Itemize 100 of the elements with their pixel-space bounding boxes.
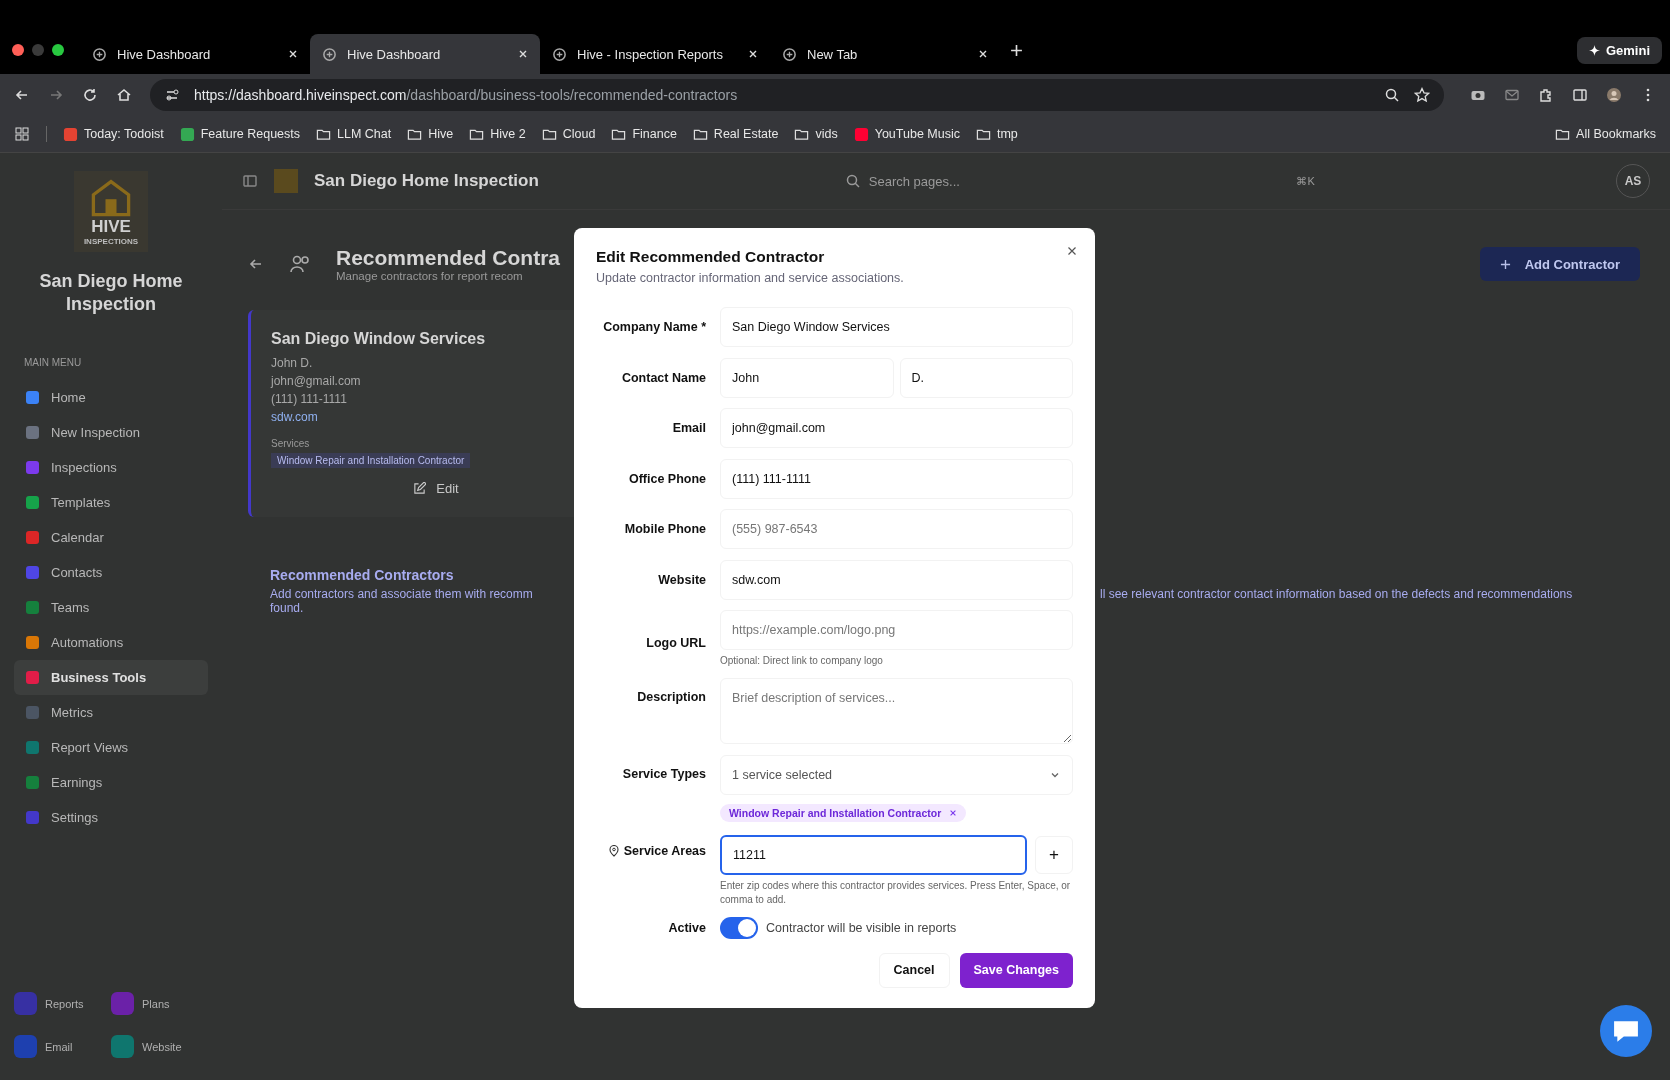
- shortcut-link[interactable]: Reports: [14, 992, 111, 1015]
- contractor-email: john@gmail.com: [271, 374, 361, 388]
- dialog-title: Edit Recommended Contractor: [596, 248, 826, 266]
- sidebar-item[interactable]: Contacts: [14, 554, 208, 590]
- info-text: ll see relevant contractor contact information based on the defects and recommendations: [1100, 587, 1573, 603]
- bookmark[interactable]: vids: [794, 126, 838, 142]
- bookmark[interactable]: Today: Todoist: [63, 126, 164, 142]
- active-toggle[interactable]: [720, 916, 758, 939]
- close-window-icon[interactable]: [12, 44, 24, 56]
- browser-tab[interactable]: Hive Dashboard: [80, 34, 310, 74]
- shortcut-link[interactable]: Website: [111, 1035, 208, 1058]
- remove-tag-icon[interactable]: [949, 808, 958, 817]
- address-bar[interactable]: https://dashboard.hiveinspect.com/dashboard/business-tools/recommended-contractors: [150, 79, 1444, 111]
- site-favicon-icon: [853, 126, 869, 142]
- field-hint: Optional: Direct link to company logo: [720, 654, 884, 668]
- close-tab-icon[interactable]: [978, 49, 988, 59]
- sidebar-toggle-icon[interactable]: [242, 173, 258, 189]
- browser-tab[interactable]: Hive Dashboard: [310, 34, 540, 74]
- email-field[interactable]: john@gmail.com: [720, 408, 1073, 448]
- field-label: Company Name *: [602, 320, 706, 334]
- info-text: found.: [270, 601, 304, 615]
- new-tab-icon[interactable]: [1010, 43, 1023, 57]
- shortcut-hint: ⌘K: [1296, 174, 1315, 188]
- sidebar-item[interactable]: New Inspection: [14, 414, 208, 450]
- shortcut-link[interactable]: Email: [14, 1035, 111, 1058]
- tab-favicon-icon: [552, 46, 567, 62]
- sidebar-item[interactable]: Automations: [14, 624, 208, 660]
- sidebar-item[interactable]: Home: [14, 379, 208, 415]
- reload-icon[interactable]: [82, 87, 98, 103]
- last-name-field[interactable]: D.: [899, 357, 1073, 398]
- site-settings-icon[interactable]: [164, 87, 180, 103]
- side-panel-icon[interactable]: [1572, 87, 1588, 103]
- star-icon[interactable]: [1414, 87, 1430, 103]
- bookmark[interactable]: YouTube Music: [853, 126, 960, 142]
- bookmark[interactable]: Cloud: [541, 126, 596, 142]
- sidebar-item[interactable]: Business Tools: [14, 659, 208, 695]
- shortcut-link[interactable]: Plans: [111, 992, 208, 1015]
- bookmark[interactable]: Finance: [611, 126, 677, 142]
- sidebar-item[interactable]: Teams: [14, 589, 208, 625]
- toggle-description: Contractor will be visible in reports: [766, 920, 957, 935]
- page-title: San Diego Home Inspection: [314, 171, 539, 191]
- field-label: Mobile Phone: [623, 522, 706, 536]
- sidebar-item[interactable]: Templates: [14, 484, 208, 520]
- sidebar-item[interactable]: Inspections: [14, 449, 208, 485]
- bookmark[interactable]: Hive 2: [469, 126, 526, 142]
- company-name: San Diego Home Inspection: [38, 270, 184, 317]
- logo-url-field[interactable]: https://example.com/logo.png: [720, 610, 1073, 650]
- service-types-dropdown[interactable]: 1 service selected: [720, 754, 1073, 795]
- bookmark[interactable]: tmp: [975, 126, 1018, 142]
- home-icon[interactable]: [116, 87, 132, 103]
- menu-label: MAIN MENU: [23, 356, 83, 368]
- save-changes-button[interactable]: Save Changes: [959, 952, 1073, 988]
- search-field[interactable]: Search pages... ⌘K: [844, 173, 1315, 189]
- cancel-button[interactable]: Cancel: [878, 952, 950, 988]
- sidebar-item[interactable]: Earnings: [14, 764, 208, 800]
- close-tab-icon[interactable]: [748, 49, 758, 59]
- bookmark[interactable]: Hive: [407, 126, 454, 142]
- close-icon[interactable]: [1067, 246, 1077, 256]
- close-tab-icon[interactable]: [288, 49, 298, 59]
- field-label: Service Types: [621, 766, 706, 781]
- bookmark[interactable]: LLM Chat: [316, 126, 392, 142]
- tab-favicon-icon: [322, 46, 337, 62]
- profile-avatar-icon[interactable]: [1606, 87, 1622, 103]
- apps-grid-icon[interactable]: [14, 126, 30, 142]
- url-text: https://dashboard.hiveinspect.com/dashboard/business-tools/recommended-contractors: [194, 87, 738, 103]
- first-name-field[interactable]: John: [720, 357, 894, 398]
- bookmark[interactable]: Real Estate: [692, 126, 779, 142]
- zip-code-field[interactable]: 11211: [720, 835, 1027, 875]
- bookmark[interactable]: Feature Requests: [179, 126, 301, 142]
- website-field[interactable]: sdw.com: [720, 559, 1073, 600]
- service-tag: Window Repair and Installation Contractor: [271, 453, 471, 468]
- sidebar-item[interactable]: Report Views: [14, 729, 208, 765]
- company-name-field[interactable]: San Diego Window Services: [720, 307, 1073, 347]
- gemini-button[interactable]: Gemini: [1576, 36, 1662, 64]
- url-link[interactable]: sdw.com: [271, 410, 318, 424]
- sidebar-item[interactable]: Calendar: [14, 519, 208, 555]
- all-bookmarks-button[interactable]: All Bookmarks: [1555, 126, 1656, 142]
- office-phone-field[interactable]: (111) 111-1111: [720, 458, 1073, 499]
- chat-icon[interactable]: [1600, 1005, 1652, 1057]
- browser-tab[interactable]: New Tab: [770, 34, 1000, 74]
- tab-favicon-icon: [92, 46, 107, 62]
- page-heading: Recommended Contra: [336, 246, 561, 270]
- field-label: Service Areas: [596, 844, 706, 858]
- edit-button[interactable]: Edit: [407, 480, 465, 497]
- sidebar-item[interactable]: Settings: [14, 799, 208, 835]
- mobile-phone-field[interactable]: (555) 987-6543: [720, 509, 1073, 549]
- browser-tab[interactable]: Hive - Inspection Reports: [540, 34, 770, 74]
- maximize-window-icon[interactable]: [52, 44, 64, 56]
- mail-icon[interactable]: [1504, 87, 1520, 103]
- zoom-icon[interactable]: [1384, 87, 1400, 103]
- contractor-phone: (111) 111-1111: [271, 392, 347, 406]
- contractor-name: San Diego Window Services: [271, 330, 487, 348]
- info-title: Recommended Contractors: [270, 567, 454, 583]
- add-zip-button[interactable]: +: [1035, 836, 1073, 874]
- field-label: Active: [667, 920, 706, 935]
- description-field[interactable]: Brief description of services...: [720, 678, 1073, 744]
- add-contractor-button[interactable]: Add Contractor: [1479, 247, 1640, 281]
- close-tab-icon[interactable]: [518, 49, 528, 59]
- sidebar-item[interactable]: Metrics: [14, 694, 208, 730]
- extensions-icon[interactable]: [1538, 87, 1554, 103]
